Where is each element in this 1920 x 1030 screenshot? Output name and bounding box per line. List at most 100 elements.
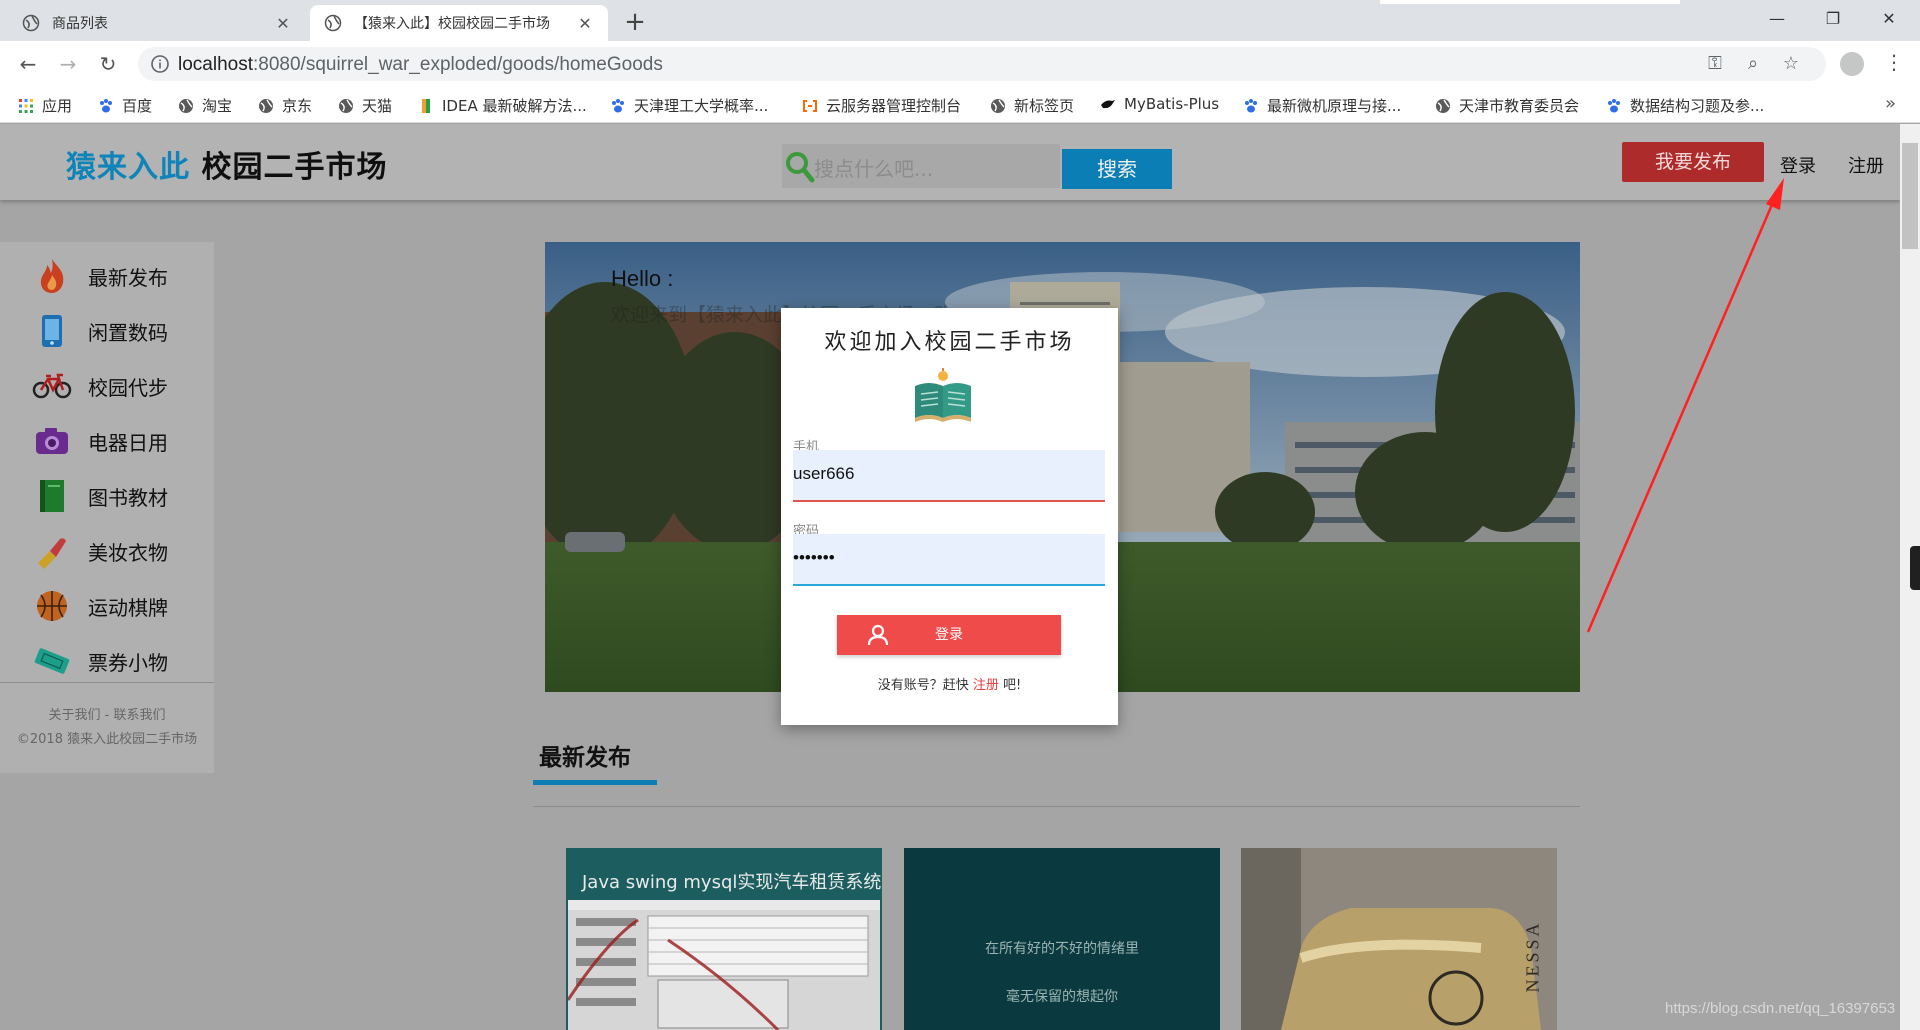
key-icon[interactable]: ⚿ <box>1704 53 1726 75</box>
search-button[interactable]: 搜索 <box>1062 149 1172 189</box>
goods-card-quote-line1: 在所有好的不好的情绪里 <box>985 941 1139 957</box>
category-item-sports[interactable]: 运动棋牌 <box>32 584 168 628</box>
bicycle-icon <box>32 366 72 406</box>
address-bar[interactable]: localhost:8080/squirrel_war_exploded/goo… <box>138 47 1826 81</box>
sidebar-copyright: ©2018 猿来入此校园二手市场 <box>16 732 198 747</box>
goods-card-brand-text: NESSA <box>1522 920 1543 993</box>
brand-rest-text: 校园二手市场 <box>190 150 388 185</box>
globe-icon <box>22 14 40 32</box>
restore-button[interactable]: ❐ <box>1810 4 1856 34</box>
login-button[interactable]: 登录 <box>837 615 1061 655</box>
scrollbar-thumb[interactable] <box>1902 143 1918 249</box>
bookmark-probability[interactable]: 天津理工大学概率... <box>610 95 768 116</box>
tab-title: 商品列表 <box>52 16 108 32</box>
globe-icon <box>179 98 193 113</box>
back-arrow-icon[interactable]: ← <box>14 50 42 78</box>
bookmark-label: 最新微机原理与接... <box>1267 97 1402 115</box>
category-item-beauty[interactable]: 美妆衣物 <box>32 529 168 573</box>
reload-icon[interactable]: ↻ <box>94 50 122 78</box>
globe-icon <box>991 98 1005 113</box>
category-item-books[interactable]: 图书教材 <box>32 474 168 518</box>
category-sidebar: 最新发布 闲置数码 校园代步 电器日用 图书教材 美妆衣物 运动棋牌 票券小物 <box>0 242 214 773</box>
close-tab-icon[interactable]: ✕ <box>576 14 594 33</box>
category-item-tickets[interactable]: 票券小物 <box>32 639 168 683</box>
baidu-paw-icon <box>612 98 624 112</box>
login-modal: 欢迎加入校园二手市场 手机 user666 密码 ••••••• 登录 没有账号… <box>781 308 1118 725</box>
zoom-icon[interactable]: ⌕ <box>1742 53 1764 75</box>
goods-card[interactable]: NESSA <box>1241 848 1557 1030</box>
section-title-underline <box>533 780 657 785</box>
latest-section-title: 最新发布 <box>539 745 631 771</box>
star-icon[interactable]: ☆ <box>1780 53 1802 75</box>
bookmark-cloud-console[interactable]: 云服务器管理控制台 <box>802 95 961 116</box>
search-placeholder: 搜点什么吧... <box>814 157 934 181</box>
category-label: 闲置数码 <box>88 320 168 345</box>
phone-field-underline <box>793 500 1105 502</box>
site-logo[interactable]: 猿来入此 校园二手市场 <box>66 142 387 186</box>
register-link[interactable]: 注册 <box>1848 152 1884 178</box>
bookmark-jd[interactable]: 京东 <box>258 95 312 116</box>
globe-icon <box>324 14 342 32</box>
goods-card-thumbnail <box>568 900 880 1030</box>
side-panel-handle[interactable] <box>1910 546 1920 590</box>
menu-kebab-icon[interactable]: ⋮ <box>1884 50 1904 74</box>
password-field[interactable]: ••••••• <box>793 534 1105 586</box>
forward-arrow-icon[interactable]: → <box>54 50 82 78</box>
category-label: 票券小物 <box>88 650 168 675</box>
bookmark-baidu[interactable]: 百度 <box>98 95 152 116</box>
bookmark-taobao[interactable]: 淘宝 <box>178 95 232 116</box>
globe-icon <box>259 98 273 113</box>
bookmark-mybatis[interactable]: MyBatis-Plus <box>1100 95 1219 113</box>
bookmark-education-commission[interactable]: 天津市教育委员会 <box>1435 95 1579 116</box>
minimize-button[interactable]: — <box>1754 4 1800 34</box>
browser-tab-strip: 商品列表 ✕ 【猿来入此】校园校园二手市场 ✕ + — ❐ ✕ <box>0 0 1920 41</box>
globe-icon <box>1436 98 1450 113</box>
category-item-transport[interactable]: 校园代步 <box>32 364 168 408</box>
category-label: 运动棋牌 <box>88 595 168 620</box>
category-item-latest[interactable]: 最新发布 <box>32 254 168 298</box>
profile-avatar-icon[interactable] <box>1840 52 1864 76</box>
category-item-appliances[interactable]: 电器日用 <box>32 419 168 463</box>
tab-campus-market[interactable]: 【猿来入此】校园校园二手市场 ✕ <box>310 5 608 41</box>
aliyun-icon <box>803 99 817 112</box>
bookmark-microcomputer[interactable]: 最新微机原理与接... <box>1243 95 1401 116</box>
bookmarks-bar: 应用 百度 淘宝 京东 天猫 IDEA 最新破解方法... 天津理工大学概率..… <box>0 87 1920 123</box>
bookmark-new-tab[interactable]: 新标签页 <box>990 95 1074 116</box>
search-icon <box>786 152 815 183</box>
bookmark-label: 云服务器管理控制台 <box>826 97 962 115</box>
info-icon[interactable] <box>150 54 170 74</box>
signup-suffix: 吧! <box>998 678 1022 693</box>
bookmark-tmall[interactable]: 天猫 <box>338 95 392 116</box>
goods-card[interactable]: 在所有好的不好的情绪里 毫无保留的想起你 <box>904 848 1220 1030</box>
idea-icon <box>422 98 430 113</box>
bookmark-label: 天津市教育委员会 <box>1459 97 1580 115</box>
close-tab-icon[interactable]: ✕ <box>274 14 292 33</box>
signup-prompt: 没有账号？赶快 注册 吧! <box>781 674 1118 693</box>
url-host: localhost <box>178 54 253 75</box>
bookmark-label: 数据结构习题及参... <box>1630 97 1765 115</box>
tab-goods-list[interactable]: 商品列表 ✕ <box>8 5 306 41</box>
publish-button[interactable]: 我要发布 <box>1622 142 1764 182</box>
bookmark-data-structures[interactable]: 数据结构习题及参... <box>1606 95 1764 116</box>
bookmarks-overflow-icon[interactable]: » <box>1885 93 1896 114</box>
search-input[interactable]: 搜点什么吧... <box>782 144 1060 188</box>
baidu-paw-icon <box>1245 98 1257 112</box>
login-link[interactable]: 登录 <box>1780 152 1816 178</box>
signup-link[interactable]: 注册 <box>973 678 999 693</box>
bookmark-idea[interactable]: IDEA 最新破解方法... <box>418 95 587 116</box>
category-label: 最新发布 <box>88 265 168 290</box>
phone-field[interactable]: user666 <box>793 450 1105 502</box>
camera-icon <box>32 421 72 461</box>
bookmark-apps[interactable]: 应用 <box>18 95 72 116</box>
new-tab-button[interactable]: + <box>620 7 650 37</box>
url-text[interactable]: localhost:8080/squirrel_war_exploded/goo… <box>178 54 663 76</box>
bookmark-label: 天猫 <box>362 97 393 115</box>
goods-card[interactable]: Java swing mysql实现汽车租赁系统 <box>566 848 882 1030</box>
goods-card-photo <box>1241 848 1557 1030</box>
section-divider <box>533 806 1580 807</box>
bookmark-label: MyBatis-Plus <box>1124 95 1220 113</box>
globe-icon <box>339 98 353 113</box>
window-close-button[interactable]: ✕ <box>1866 4 1912 34</box>
sidebar-footer-links[interactable]: 关于我们 - 联系我们 <box>0 704 214 723</box>
category-item-digital[interactable]: 闲置数码 <box>32 309 168 353</box>
